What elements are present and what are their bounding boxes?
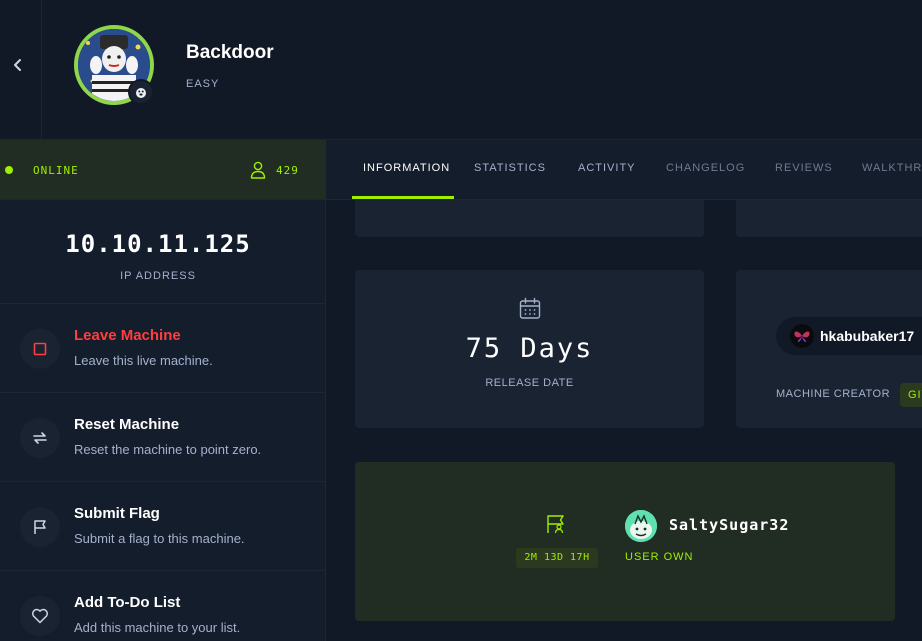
submit-flag-desc: Submit a flag to this machine. (74, 531, 245, 546)
tab-statistics[interactable]: STATISTICS (474, 162, 546, 174)
stop-icon (20, 329, 60, 369)
release-date-card: 75 Days RELEASE DATE (355, 270, 704, 428)
tab-reviews[interactable]: REVIEWS (775, 162, 833, 174)
tab-changelog[interactable]: CHANGELOG (666, 162, 745, 174)
calendar-icon (519, 297, 541, 319)
tab-information[interactable]: INFORMATION (363, 162, 450, 174)
reset-machine-desc: Reset the machine to point zero. (74, 442, 262, 457)
active-users-count: 429 (276, 164, 299, 177)
leave-machine-title: Leave Machine (74, 327, 181, 344)
machine-difficulty: EASY (186, 78, 220, 90)
machine-page: Backdoor EASY ONLINE 429 10.10.11.125 IP… (0, 0, 922, 641)
user-flag-icon (547, 515, 564, 534)
back-rail (0, 0, 42, 140)
user-icon (250, 161, 266, 179)
first-blood-username[interactable]: SaltySugar32 (669, 516, 789, 534)
tab-walkthroughs[interactable]: WALKTHRO (862, 162, 922, 174)
flag-icon (20, 507, 60, 547)
add-todo-title: Add To-Do List (74, 594, 181, 611)
online-dot-icon (5, 166, 13, 174)
add-todo-button[interactable]: Add To-Do List Add this machine to your … (0, 571, 326, 641)
ip-address-block: 10.10.11.125 IP ADDRESS (0, 200, 326, 304)
machine-creator-label: MACHINE CREATOR (776, 388, 891, 400)
add-todo-desc: Add this machine to your list. (74, 620, 241, 635)
active-tab-indicator (352, 196, 454, 199)
machine-tabs: INFORMATION STATISTICS ACTIVITY CHANGELO… (326, 140, 922, 200)
machine-avatar (74, 25, 154, 105)
info-card-top-left (355, 200, 704, 237)
reset-machine-button[interactable]: Reset Machine Reset the machine to point… (0, 393, 326, 482)
machine-creator-card: hkabubaker17 MACHINE CREATOR GIV (736, 270, 922, 428)
ip-address-value[interactable]: 10.10.11.125 (0, 230, 316, 258)
back-button[interactable] (8, 55, 28, 75)
heart-icon (20, 596, 60, 636)
creator-avatar (790, 324, 814, 348)
tab-activity[interactable]: ACTIVITY (578, 162, 636, 174)
creator-name: hkabubaker17 (820, 328, 915, 344)
user-own-label: USER OWN (625, 551, 694, 563)
status-text: ONLINE (33, 164, 79, 177)
leave-machine-button[interactable]: Leave Machine Leave this live machine. (0, 304, 326, 393)
machine-sidebar: ONLINE 429 10.10.11.125 IP ADDRESS Leave… (0, 140, 326, 641)
ip-address-label: IP ADDRESS (120, 270, 196, 282)
creator-profile-link[interactable]: hkabubaker17 (776, 317, 922, 355)
give-respect-button[interactable]: GIV (900, 383, 922, 407)
reset-icon (20, 418, 60, 458)
submit-flag-title: Submit Flag (74, 505, 160, 522)
chevron-left-icon (14, 59, 21, 71)
leave-machine-desc: Leave this live machine. (74, 353, 213, 368)
first-blood-user-avatar[interactable] (625, 510, 657, 542)
reset-machine-title: Reset Machine (74, 416, 180, 433)
release-date-label: RELEASE DATE (485, 377, 574, 389)
machine-name: Backdoor (186, 42, 274, 63)
first-blood-card: 2M 13D 17H SaltySugar32 USER OWN (355, 462, 895, 621)
first-blood-time: 2M 13D 17H (516, 548, 598, 568)
info-card-top-right (736, 200, 922, 237)
machine-header: Backdoor EASY (0, 0, 922, 140)
status-bar: ONLINE 429 (0, 140, 326, 200)
submit-flag-button[interactable]: Submit Flag Submit a flag to this machin… (0, 482, 326, 571)
release-days-value: 75 Days (465, 333, 594, 364)
linux-icon (128, 79, 154, 105)
information-panel: 75 Days RELEASE DATE hkabubaker17 MACHIN… (326, 200, 922, 641)
